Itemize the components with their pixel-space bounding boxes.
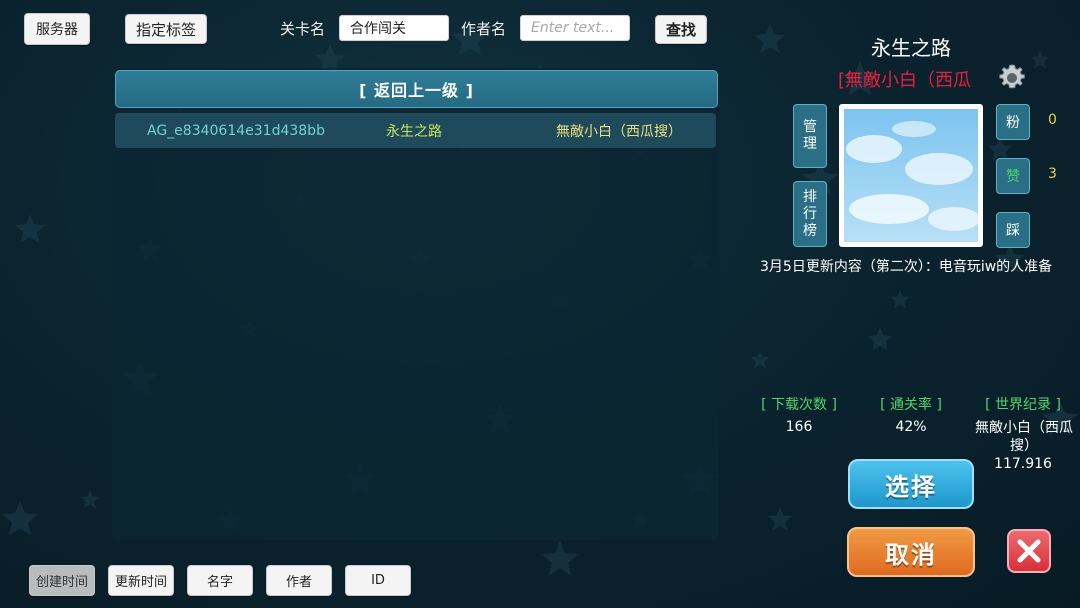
back-button[interactable]: [ 返回上一级 ] <box>115 70 718 108</box>
downloads-value: 166 <box>785 419 813 435</box>
dislike-button-label: 踩 <box>1006 223 1020 239</box>
clear-rate-label: [ 通关率 ] <box>880 397 942 413</box>
row-level-name: 永生之路 <box>386 123 442 140</box>
search-button[interactable]: 查找 <box>655 15 707 44</box>
server-button-label: 服务器 <box>36 22 78 38</box>
sort-created-label: 创建时间 <box>35 575 88 590</box>
sort-updated-button[interactable]: 更新时间 <box>108 565 174 596</box>
level-name-input[interactable] <box>339 15 449 41</box>
server-button[interactable]: 服务器 <box>24 13 90 45</box>
sort-id-label: ID <box>371 573 385 588</box>
like-count: 3 <box>1048 166 1057 182</box>
sort-created-button[interactable]: 创建时间 <box>29 565 95 596</box>
world-record-holder: 無敵小白（西瓜搜） <box>975 420 1073 454</box>
fans-count: 0 <box>1048 112 1057 128</box>
row-level-id: AG_e8340614e31d438bb <box>147 122 325 139</box>
table-row[interactable]: AG_e8340614e31d438bb 永生之路 無敵小白（西瓜搜） <box>115 113 716 148</box>
sort-id-button[interactable]: ID <box>345 565 411 596</box>
sort-author-label: 作者 <box>285 575 312 590</box>
search-button-label: 查找 <box>665 21 696 39</box>
author-name-label: 作者名 <box>461 19 507 38</box>
sort-name-label: 名字 <box>206 575 233 590</box>
sort-name-button[interactable]: 名字 <box>187 565 253 596</box>
manage-button-label: 管理 <box>803 119 817 152</box>
select-button-label: 选择 <box>885 472 937 501</box>
like-button-label: 赞 <box>1006 169 1020 185</box>
level-description: 3月5日更新内容（第二次）：电音玩iw的人准备 <box>760 259 1053 275</box>
world-record-label: [ 世界纪录 ] <box>985 397 1061 413</box>
fans-button-label: 粉 <box>1006 115 1020 131</box>
sky-thumbnail <box>844 109 980 242</box>
like-button[interactable]: 赞 <box>996 158 1030 194</box>
leaderboard-button-label: 排行榜 <box>803 188 817 239</box>
cancel-button[interactable]: 取消 <box>847 527 975 577</box>
row-level-author: 無敵小白（西瓜搜） <box>556 123 682 140</box>
back-button-label: [ 返回上一级 ] <box>359 81 474 100</box>
cancel-button-label: 取消 <box>885 540 937 569</box>
level-author-name: [無敵小白（西瓜 <box>838 70 972 91</box>
author-name-input[interactable] <box>520 15 630 41</box>
close-icon[interactable] <box>1007 529 1051 573</box>
select-button[interactable]: 选择 <box>848 459 974 509</box>
sort-author-button[interactable]: 作者 <box>266 565 332 596</box>
world-record-time: 117.916 <box>994 456 1052 472</box>
level-thumbnail <box>839 104 983 247</box>
sort-updated-label: 更新时间 <box>114 575 167 590</box>
tag-filter-button-label: 指定标签 <box>135 20 196 39</box>
level-title: 永生之路 <box>871 36 951 60</box>
downloads-label: [ 下载次数 ] <box>761 397 837 413</box>
dislike-button[interactable]: 踩 <box>996 212 1030 248</box>
manage-button[interactable]: 管理 <box>793 104 827 168</box>
fans-button[interactable]: 粉 <box>996 104 1030 140</box>
clear-rate-value: 42% <box>895 419 927 435</box>
leaderboard-button[interactable]: 排行榜 <box>793 181 827 247</box>
level-name-label: 关卡名 <box>280 19 326 38</box>
gear-icon[interactable] <box>996 62 1028 94</box>
tag-filter-button[interactable]: 指定标签 <box>125 14 207 44</box>
